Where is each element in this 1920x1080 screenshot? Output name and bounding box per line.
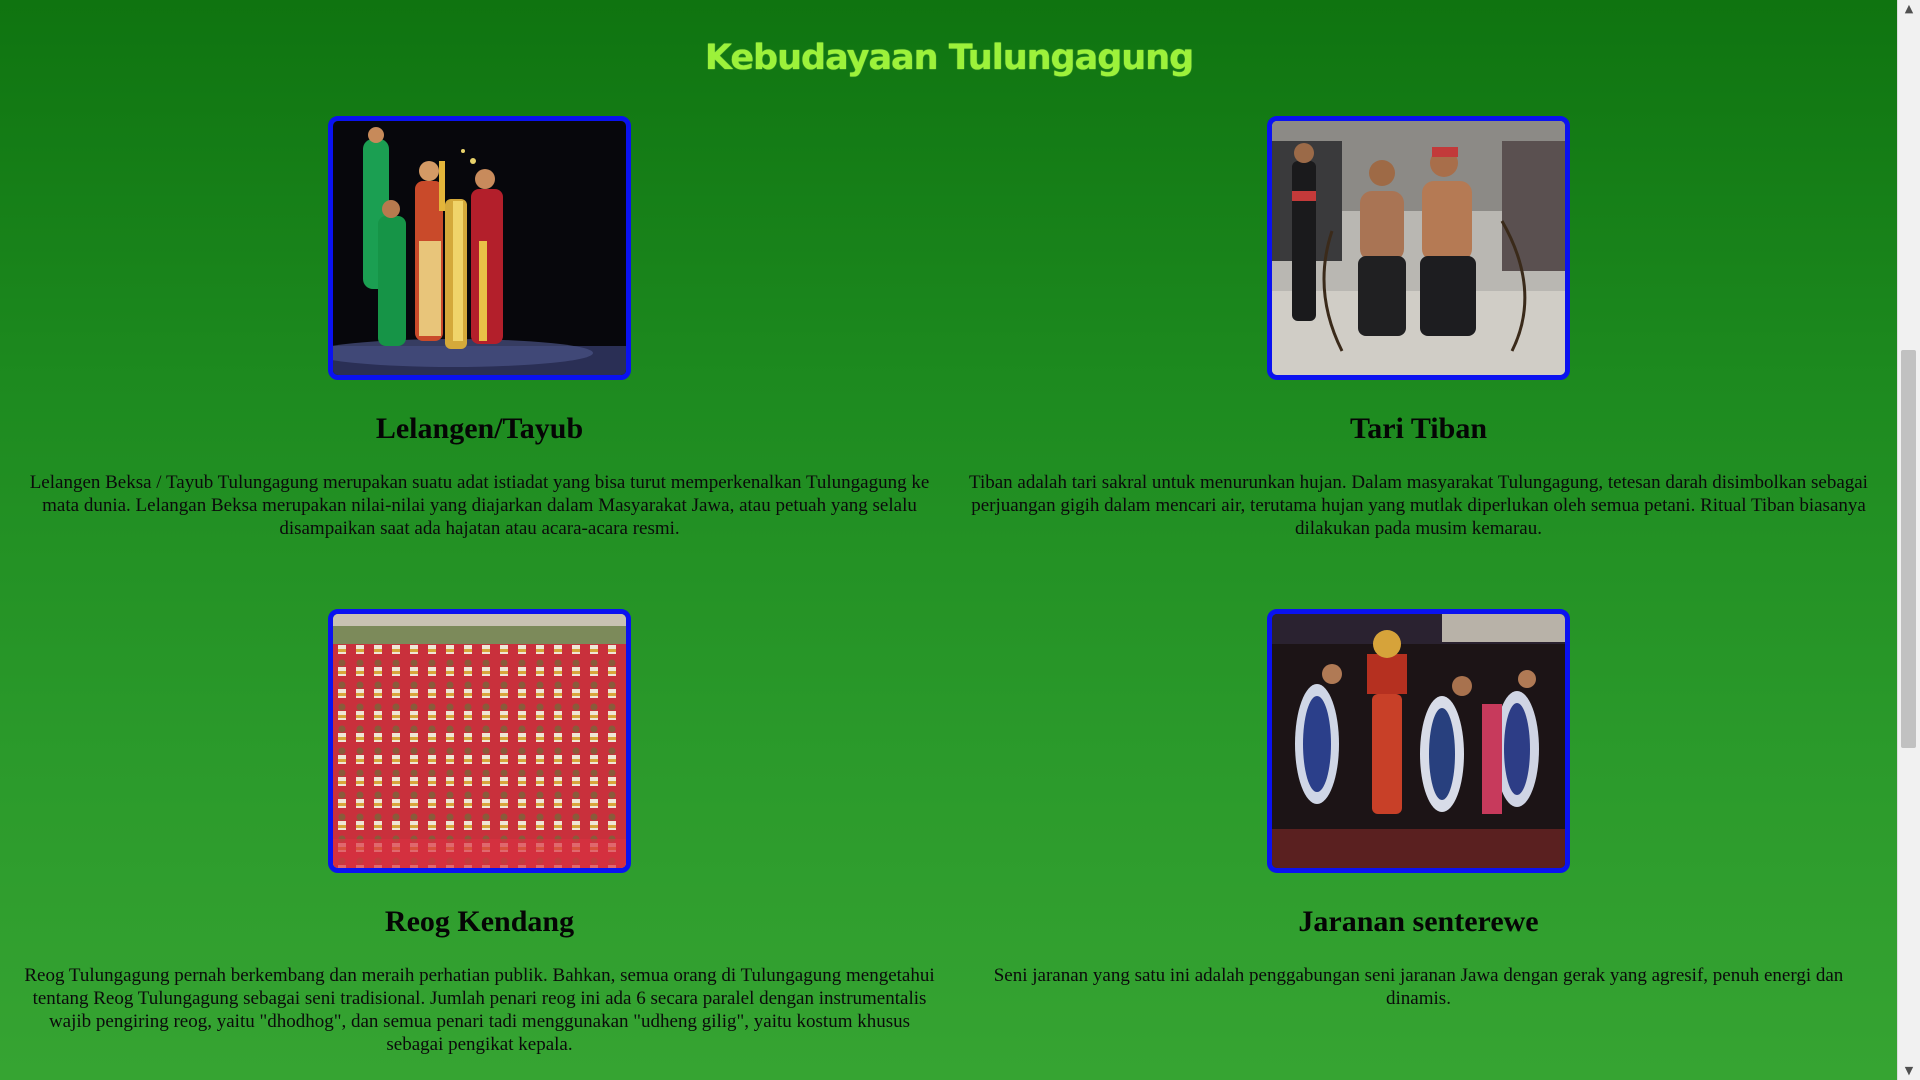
reog-kendang-photo [328, 609, 631, 873]
card-heading-jaranan: Jaranan senterewe [1298, 905, 1539, 938]
scrollbar-thumb[interactable] [1901, 350, 1916, 748]
card-description-reog: Reog Tulungagung pernah berkembang dan m… [24, 965, 935, 1055]
culture-card-lelangen: Lelangen/Tayub Lelangen Beksa / Tayub Tu… [10, 116, 949, 540]
card-heading-tiban: Tari Tiban [1349, 412, 1488, 445]
scroll-up-arrow-icon[interactable]: ▲ [1898, 0, 1920, 18]
tari-tiban-photo [1267, 116, 1570, 380]
card-description-lelangen: Lelangen Beksa / Tayub Tulungagung merup… [29, 472, 930, 539]
culture-card-reog: Reog Kendang Reog Tulungagung pernah ber… [10, 609, 949, 1056]
card-description-jaranan: Seni jaranan yang satu ini adalah pengga… [993, 965, 1844, 1009]
jaranan-senterewe-photo [1267, 609, 1570, 873]
page-content: Kebudayaan Tulungagung Lelangen/Tayub Le… [0, 0, 1898, 1080]
card-heading-lelangen: Lelangen/Tayub [375, 412, 584, 445]
lelangen-tayub-photo [328, 116, 631, 380]
culture-card-tiban: Tari Tiban Tiban adalah tari sakral untu… [949, 116, 1888, 540]
culture-card-jaranan: Jaranan senterewe Seni jaranan yang satu… [949, 609, 1888, 1010]
vertical-scrollbar[interactable]: ▲ ▼ [1897, 0, 1920, 1080]
card-heading-reog: Reog Kendang [384, 905, 575, 938]
page-title: Kebudayaan Tulungagung [704, 38, 1194, 78]
card-description-tiban: Tiban adalah tari sakral untuk menurunka… [969, 472, 1868, 539]
scroll-down-arrow-icon[interactable]: ▼ [1898, 1062, 1920, 1080]
